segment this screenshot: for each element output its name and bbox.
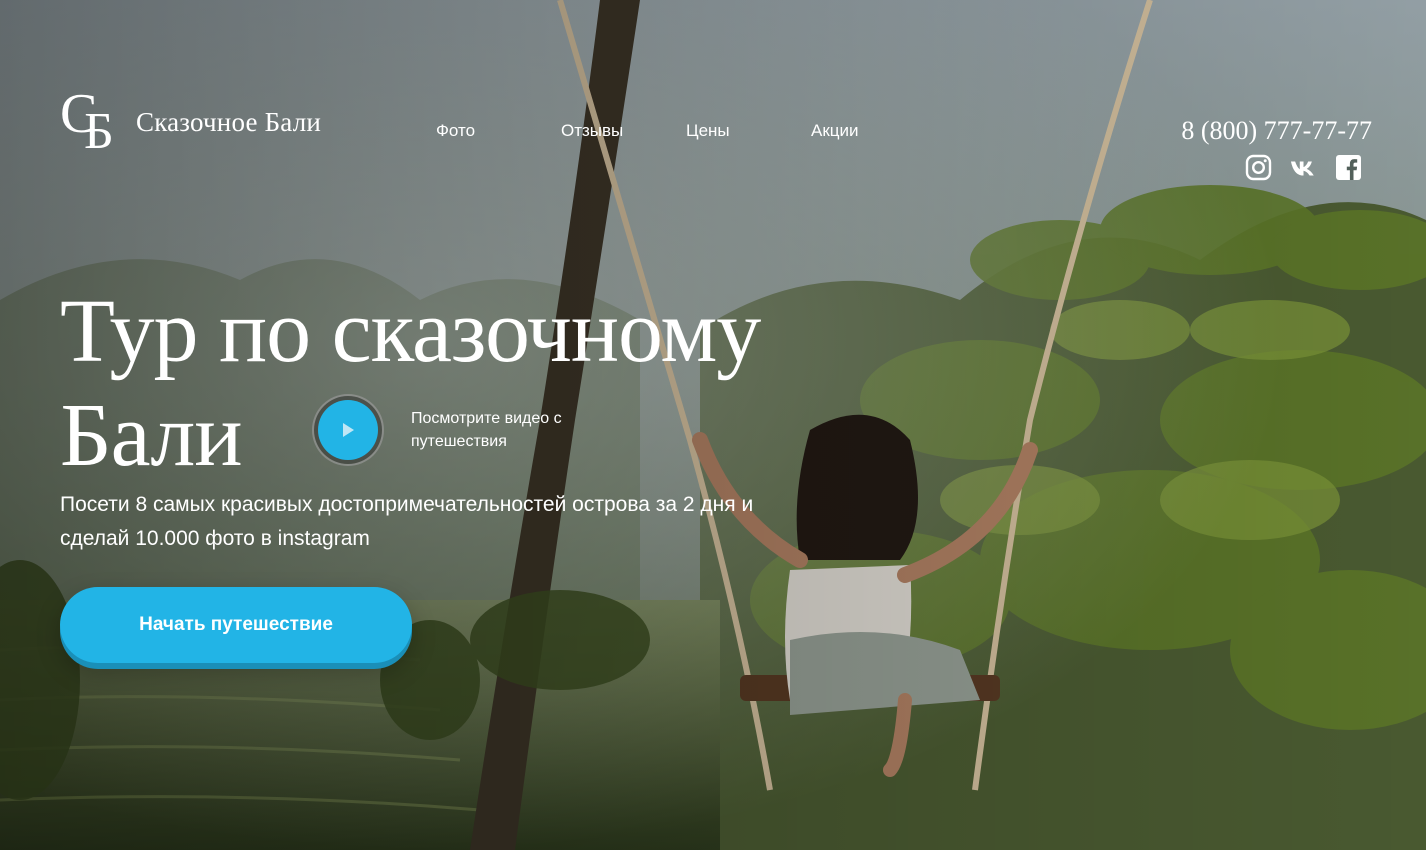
hero-title-line-1: Тур по сказочному	[60, 282, 761, 381]
nav-item-photo[interactable]: Фото	[436, 121, 475, 141]
logo-text: Сказочное Бали	[136, 106, 322, 137]
play-video-button[interactable]	[312, 394, 384, 466]
phone-number[interactable]: 8 (800) 777-77-77	[1181, 116, 1372, 146]
facebook-icon[interactable]	[1335, 154, 1362, 181]
start-journey-button[interactable]: Начать путешествие	[60, 587, 412, 663]
nav-item-reviews[interactable]: Отзывы	[561, 121, 623, 141]
logo[interactable]: С Б Сказочное Бали	[60, 86, 322, 160]
play-button-circle	[318, 400, 378, 460]
vk-icon[interactable]	[1290, 154, 1317, 181]
hero-subtitle: Посети 8 самых красивых достопримечатель…	[60, 493, 754, 550]
social-links	[1245, 154, 1362, 181]
video-label: Посмотрите видео с путешествия	[411, 410, 562, 450]
nav-item-prices[interactable]: Цены	[686, 121, 730, 141]
instagram-icon[interactable]	[1245, 154, 1272, 181]
nav-item-promotions[interactable]: Акции	[811, 121, 859, 141]
logo-mark-b: Б	[84, 103, 114, 160]
logo-mark: С Б	[60, 86, 128, 160]
play-icon	[343, 423, 354, 437]
video-link[interactable]: Посмотрите видео с путешествия	[312, 394, 601, 466]
hero-section: С Б Сказочное Бали Фото Отзывы Цены Акци…	[0, 0, 1426, 850]
